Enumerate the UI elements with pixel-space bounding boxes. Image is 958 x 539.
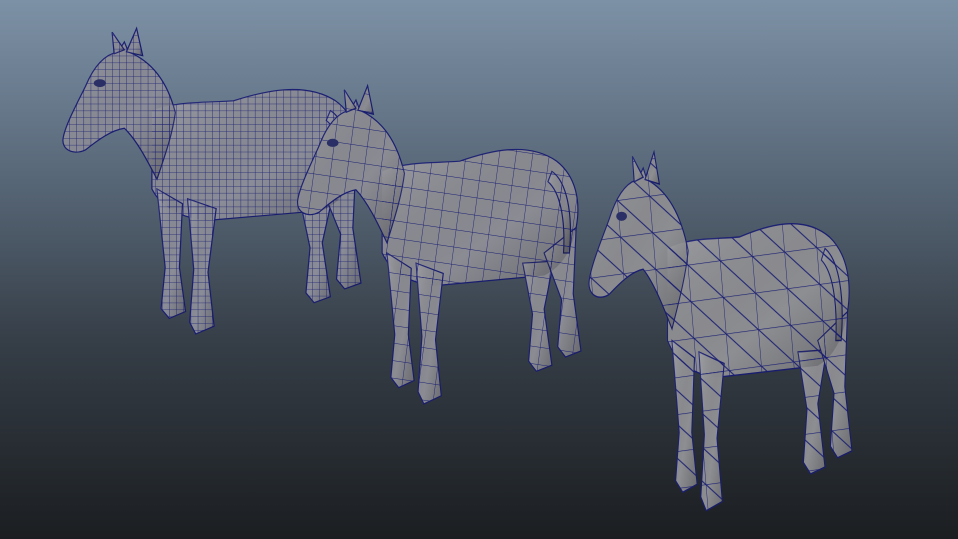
horse-low-poly-eye bbox=[616, 211, 627, 221]
horse-low-poly-wireframe bbox=[589, 151, 852, 511]
viewport-canvas bbox=[62, 27, 853, 512]
horse-medium-poly-eye bbox=[326, 138, 339, 147]
3d-viewport[interactable] bbox=[0, 0, 958, 539]
horse-high-poly-eye bbox=[93, 79, 106, 88]
horse-low-poly[interactable] bbox=[588, 151, 853, 512]
